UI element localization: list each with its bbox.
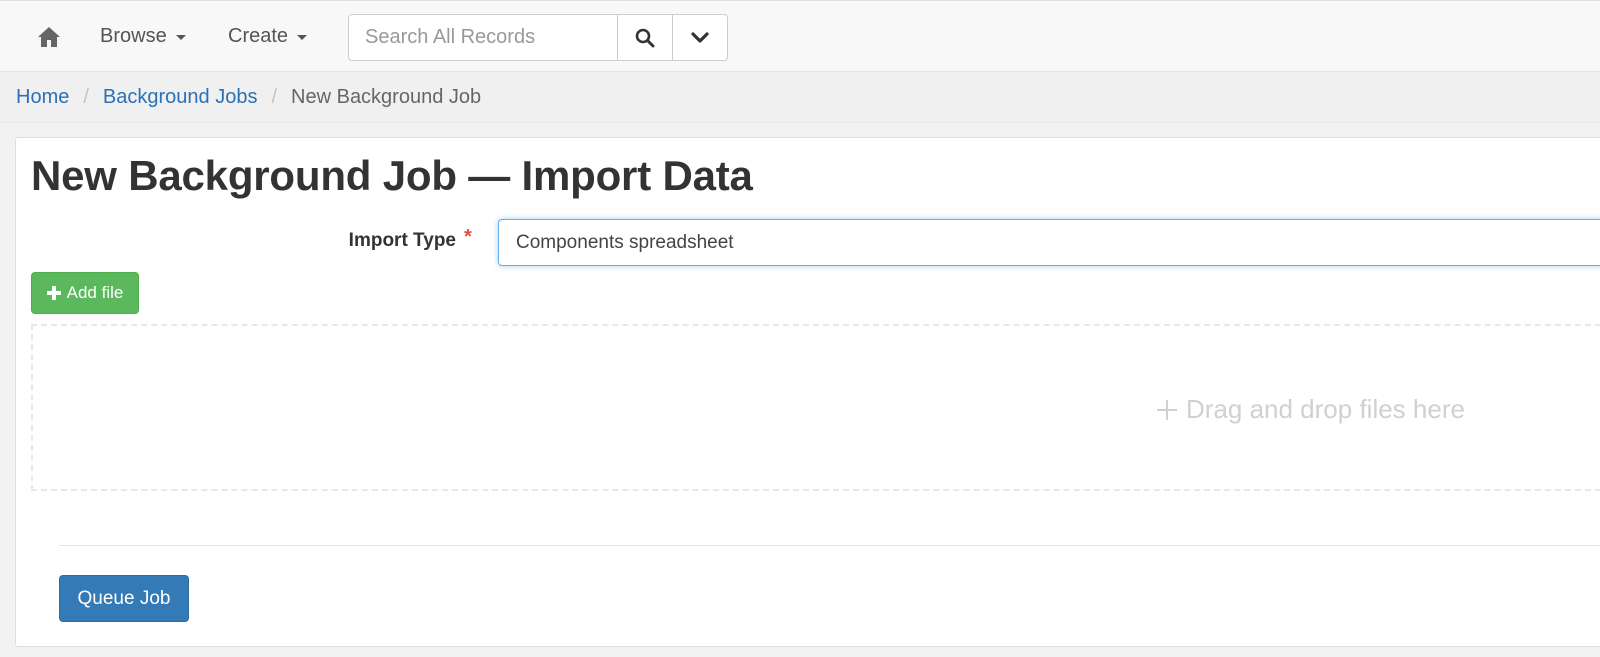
add-file-button[interactable]: Add file — [31, 272, 139, 314]
browse-menu-label: Browse — [100, 25, 167, 47]
create-menu[interactable]: Create — [228, 25, 308, 48]
chevron-down-icon — [691, 31, 709, 43]
breadcrumb-separator: / — [271, 85, 278, 108]
caret-down-icon — [297, 35, 308, 40]
form-divider — [59, 545, 1600, 546]
dropzone-hint: Drag and drop files here — [1156, 394, 1465, 425]
search-group — [348, 14, 728, 61]
queue-job-button[interactable]: Queue Job — [59, 575, 189, 622]
home-icon — [38, 27, 60, 47]
add-file-label: Add file — [66, 283, 124, 302]
plus-icon — [1157, 399, 1177, 420]
import-type-select[interactable]: Components spreadsheet — [498, 219, 1600, 266]
breadcrumb-current: New Background Job — [291, 85, 482, 108]
dropzone-text: Drag and drop files here — [1186, 394, 1465, 424]
browse-menu[interactable]: Browse — [100, 25, 186, 48]
create-menu-label: Create — [228, 25, 289, 47]
search-input[interactable] — [348, 14, 618, 61]
page-title: New Background Job — Import Data — [31, 152, 753, 199]
search-button[interactable] — [618, 14, 673, 61]
home-button[interactable] — [36, 25, 62, 49]
breadcrumb: Home / Background Jobs / New Background … — [0, 72, 1600, 123]
required-marker: * — [464, 226, 472, 248]
breadcrumb-separator: / — [83, 85, 89, 108]
plus-icon — [46, 286, 61, 300]
breadcrumb-home-link[interactable]: Home — [16, 86, 69, 109]
top-navbar: Browse Create — [0, 0, 1600, 72]
search-icon — [635, 28, 655, 47]
breadcrumb-background-jobs-link[interactable]: Background Jobs — [103, 86, 258, 109]
import-type-label: Import Type — [348, 230, 456, 251]
caret-down-icon — [175, 35, 186, 40]
advanced-search-toggle[interactable] — [673, 14, 728, 61]
main-panel: New Background Job — Import Data Import … — [15, 137, 1600, 647]
import-type-value: Components spreadsheet — [516, 231, 734, 253]
